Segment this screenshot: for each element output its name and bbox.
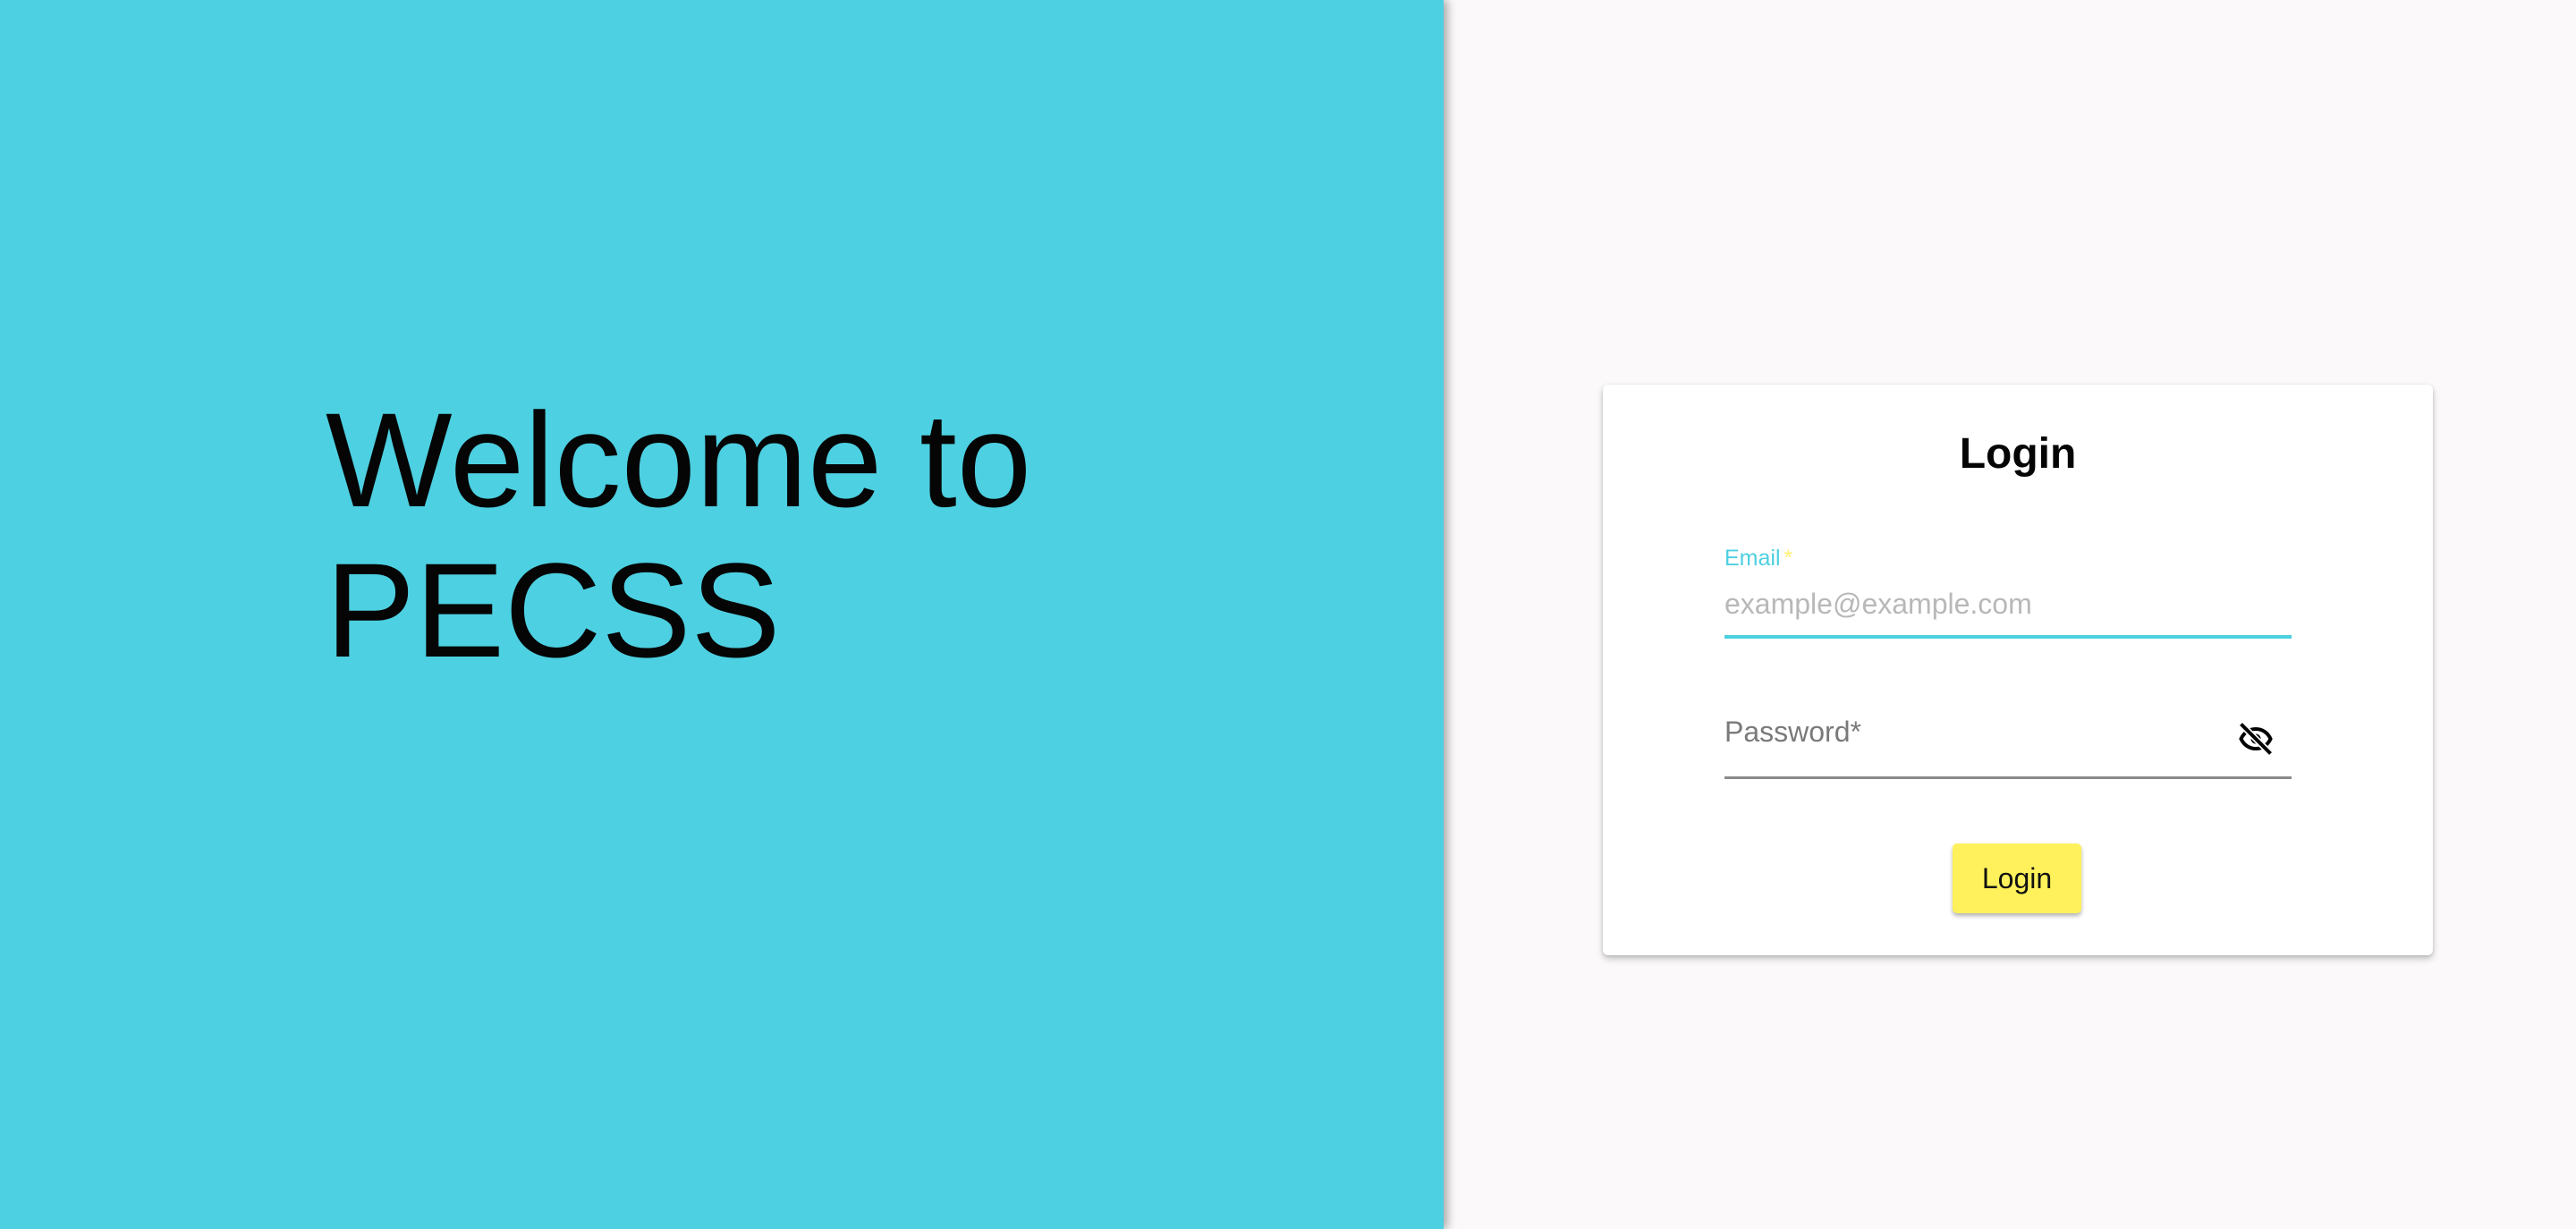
welcome-heading-line1: Welcome to: [326, 385, 1032, 535]
eye-off-icon[interactable]: [2234, 717, 2277, 760]
login-button[interactable]: Login: [1953, 843, 2081, 913]
required-marker: *: [1784, 546, 1793, 571]
welcome-panel: Welcome to PECSS: [0, 0, 1444, 1229]
login-card: Login Email* Password* Login: [1603, 385, 2433, 955]
email-label: Email *: [1724, 546, 1793, 571]
password-underline: [1724, 776, 2292, 779]
welcome-heading: Welcome to PECSS: [326, 385, 1354, 685]
login-card-title: Login: [1959, 430, 2077, 478]
email-field: Email *: [1724, 546, 2292, 657]
login-page: Welcome to PECSS Login Email* Password* …: [0, 0, 2576, 1229]
password-field[interactable]: Password*: [1724, 698, 2292, 800]
welcome-heading-line2: PECSS: [326, 535, 781, 685]
email-input[interactable]: [1724, 581, 2292, 626]
email-underline: [1724, 635, 2292, 639]
password-label: Password*: [1724, 716, 1861, 748]
